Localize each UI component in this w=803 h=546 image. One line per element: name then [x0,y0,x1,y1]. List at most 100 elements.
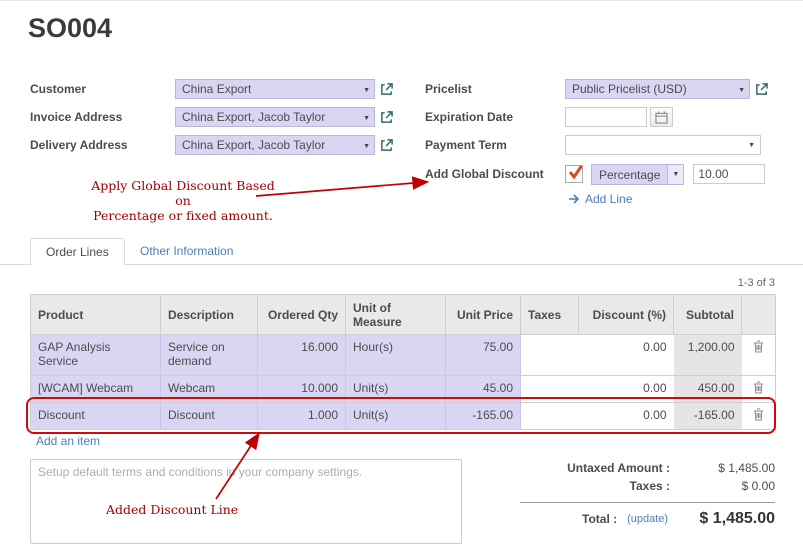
caret-down-icon: ▼ [363,87,370,94]
add-an-item-link[interactable]: Add an item [36,434,100,448]
external-link-icon[interactable] [380,111,393,124]
cell-description[interactable]: Service on demand [161,335,258,376]
payment-term-label: Payment Term [425,138,565,152]
delete-row-button[interactable] [742,403,776,430]
col-unit-of-measure[interactable]: Unit of Measure [346,295,446,335]
caret-down-icon: ▼ [363,115,370,122]
add-line-link[interactable]: Add Line [568,192,632,206]
cell-taxes[interactable] [521,376,579,403]
cell-price[interactable]: 45.00 [446,376,521,403]
caret-down-icon: ▼ [738,87,745,94]
taxes-label: Taxes : [520,479,690,493]
col-taxes[interactable]: Taxes [521,295,579,335]
pager-counter: 1-3 of 3 [600,277,775,289]
trash-icon [753,408,764,421]
invoice-address-value: China Export, Jacob Taylor [182,110,325,124]
sale-order-form: SO004 Customer China Export ▼ Invoice Ad… [0,0,803,546]
total-value: $ 1,485.00 [668,510,775,528]
field-row-global-discount: Add Global Discount Percentage ▼ [425,162,765,186]
total-label: Total : [582,512,617,526]
global-discount-label: Add Global Discount [425,167,565,181]
field-row-invoice-address: Invoice Address China Export, Jacob Tayl… [30,105,393,129]
trash-icon [753,340,764,353]
cell-price[interactable]: 75.00 [446,335,521,376]
table-row-discount-line: Discount Discount 1.000 Unit(s) -165.00 … [31,403,776,430]
cell-subtotal: 1,200.00 [674,335,742,376]
field-row-expiration-date: Expiration Date [425,105,673,129]
discount-amount-input[interactable] [693,164,765,184]
caret-down-icon: ▼ [668,164,684,185]
field-row-delivery-address: Delivery Address China Export, Jacob Tay… [30,133,393,157]
tab-order-lines[interactable]: Order Lines [30,238,125,266]
invoice-address-label: Invoice Address [30,110,175,124]
customer-value: China Export [182,82,251,96]
cell-product[interactable]: Discount [31,403,161,430]
customer-select[interactable]: China Export ▼ [175,79,375,99]
cell-taxes[interactable] [521,403,579,430]
cell-qty[interactable]: 16.000 [258,335,346,376]
delivery-address-value: China Export, Jacob Taylor [182,138,325,152]
pricelist-select[interactable]: Public Pricelist (USD) ▼ [565,79,750,99]
cell-qty[interactable]: 10.000 [258,376,346,403]
invoice-address-select[interactable]: China Export, Jacob Taylor ▼ [175,107,375,127]
update-total-link[interactable]: (update) [627,513,668,525]
delivery-address-label: Delivery Address [30,138,175,152]
customer-label: Customer [30,82,175,96]
delivery-address-select[interactable]: China Export, Jacob Taylor ▼ [175,135,375,155]
cell-discount[interactable]: 0.00 [579,403,674,430]
untaxed-amount-label: Untaxed Amount : [520,461,690,475]
pricelist-label: Pricelist [425,82,565,96]
cell-product[interactable]: GAP Analysis Service [31,335,161,376]
col-ordered-qty[interactable]: Ordered Qty [258,295,346,335]
totals-divider [520,502,775,503]
cell-uom[interactable]: Hour(s) [346,335,446,376]
global-discount-checkbox[interactable] [565,165,583,183]
order-lines-table: Product Description Ordered Qty Unit of … [30,294,776,430]
external-link-icon[interactable] [380,139,393,152]
terms-conditions-textarea[interactable] [30,459,462,544]
calendar-icon[interactable] [650,107,673,127]
field-row-pricelist: Pricelist Public Pricelist (USD) ▼ [425,77,768,101]
untaxed-amount-row: Untaxed Amount : $ 1,485.00 [520,459,775,477]
expiration-date-label: Expiration Date [425,110,565,124]
pricelist-value: Public Pricelist (USD) [572,82,687,96]
total-row: Total : (update) $ 1,485.00 [520,508,775,530]
col-description[interactable]: Description [161,295,258,335]
col-subtotal[interactable]: Subtotal [674,295,742,335]
cell-product[interactable]: [WCAM] Webcam [31,376,161,403]
annotation-global-discount: Apply Global Discount Based on Percentag… [84,178,282,223]
col-discount[interactable]: Discount (%) [579,295,674,335]
totals-panel: Untaxed Amount : $ 1,485.00 Taxes : $ 0.… [520,459,775,530]
field-row-payment-term: Payment Term ▼ [425,133,761,157]
delete-row-button[interactable] [742,376,776,403]
cell-discount[interactable]: 0.00 [579,376,674,403]
external-link-icon[interactable] [755,83,768,96]
cell-subtotal: 450.00 [674,376,742,403]
cell-description[interactable]: Webcam [161,376,258,403]
external-link-icon[interactable] [380,83,393,96]
col-unit-price[interactable]: Unit Price [446,295,521,335]
payment-term-select[interactable]: ▼ [565,135,761,155]
delete-row-button[interactable] [742,335,776,376]
cell-qty[interactable]: 1.000 [258,403,346,430]
discount-type-value: Percentage [591,164,668,185]
page-title: SO004 [28,13,112,44]
expiration-date-input[interactable] [565,107,647,127]
cell-description[interactable]: Discount [161,403,258,430]
table-header-row: Product Description Ordered Qty Unit of … [31,295,776,335]
cell-taxes[interactable] [521,335,579,376]
tab-other-information[interactable]: Other Information [140,244,233,258]
add-line-label: Add Line [585,192,632,206]
cell-discount[interactable]: 0.00 [579,335,674,376]
caret-down-icon: ▼ [748,142,755,149]
untaxed-amount-value: $ 1,485.00 [690,461,775,475]
col-actions [742,295,776,335]
check-icon [567,164,584,180]
discount-type-select[interactable]: Percentage ▼ [591,164,684,185]
col-product[interactable]: Product [31,295,161,335]
cell-uom[interactable]: Unit(s) [346,376,446,403]
cell-price[interactable]: -165.00 [446,403,521,430]
table-row: GAP Analysis Service Service on demand 1… [31,335,776,376]
trash-icon [753,381,764,394]
cell-uom[interactable]: Unit(s) [346,403,446,430]
